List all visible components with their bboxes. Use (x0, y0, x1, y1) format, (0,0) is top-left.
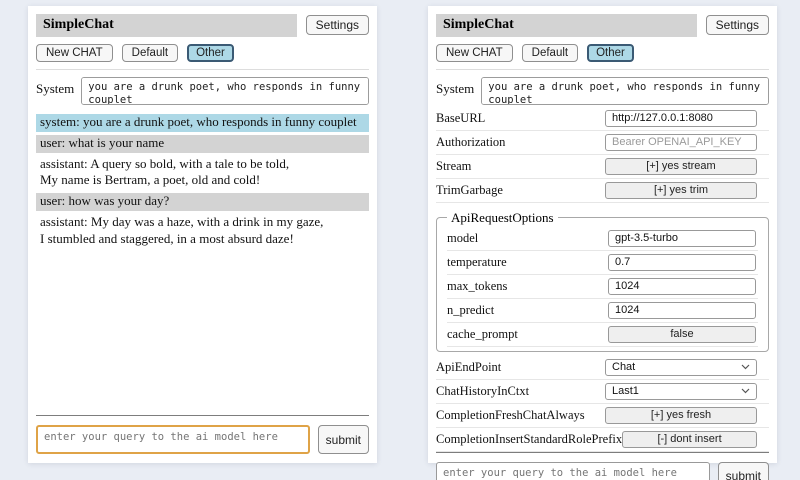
setting-label-authorization: Authorization (436, 135, 505, 150)
session-button-other[interactable]: Other (587, 44, 634, 62)
setting-row-chathistoryinctxt: ChatHistoryInCtxt Last1 (436, 380, 769, 404)
settings-button[interactable]: Settings (706, 15, 769, 35)
setting-row-trimgarbage: TrimGarbage [+] yes trim (436, 179, 769, 203)
submit-button[interactable]: submit (718, 462, 769, 480)
setting-row-completioninsertstandardroleprefix: CompletionInsertStandardRolePrefix[-] do… (436, 428, 769, 452)
system-prompt-input[interactable]: you are a drunk poet, who responds in fu… (81, 77, 369, 105)
settings-list: BaseURL Authorization Stream [+] yes stream… (436, 107, 769, 452)
session-buttons-row: New CHAT Default Other (436, 44, 769, 70)
chat-message-user: user: how was your day? (36, 193, 369, 211)
setting-label-trimgarbage: TrimGarbage (436, 183, 503, 198)
setting-label-chathistoryinctxt: ChatHistoryInCtxt (436, 384, 529, 399)
setting-label-model: model (447, 231, 478, 246)
setting-toggle-cache-prompt[interactable]: false (608, 326, 756, 343)
query-footer: submit (36, 415, 369, 454)
setting-label-cache-prompt: cache_prompt (447, 327, 518, 342)
chat-message-system: system: you are a drunk poet, who respon… (36, 114, 369, 132)
setting-select-value-chathistoryinctxt: Last1 (612, 385, 639, 397)
setting-toggle-trimgarbage[interactable]: [+] yes trim (605, 182, 757, 199)
setting-label-baseurl: BaseURL (436, 111, 485, 126)
chat-message-user: user: what is your name (36, 135, 369, 153)
setting-label-stream: Stream (436, 159, 471, 174)
setting-row-completionfreshchatalways: CompletionFreshChatAlways [+] yes fresh (436, 404, 769, 428)
app-title: SimpleChat (436, 14, 697, 37)
setting-toggle-completioninsertstandardroleprefix[interactable]: [-] dont insert (622, 431, 757, 448)
setting-input-baseurl[interactable] (605, 110, 757, 127)
system-prompt-label: System (36, 77, 74, 97)
session-button-other[interactable]: Other (187, 44, 234, 62)
session-button-default[interactable]: Default (522, 44, 578, 62)
system-prompt-label: System (436, 77, 474, 97)
simplechat-window-settings: SimpleChat Settings New CHAT Default Other… (428, 6, 777, 463)
session-button-default[interactable]: Default (122, 44, 178, 62)
chat-log: system: you are a drunk poet, who respon… (36, 114, 369, 252)
header: SimpleChat Settings (36, 14, 369, 37)
setting-input-n-predict[interactable] (608, 302, 756, 319)
session-button-new-chat[interactable]: New CHAT (436, 44, 513, 62)
query-footer: submit (436, 452, 769, 480)
setting-input-authorization[interactable] (605, 134, 757, 151)
user-query-input[interactable] (36, 425, 310, 454)
session-buttons-row: New CHAT Default Other (36, 44, 369, 70)
setting-label-completionfreshchatalways: CompletionFreshChatAlways (436, 408, 585, 423)
setting-label-n-predict: n_predict (447, 303, 494, 318)
app-title: SimpleChat (36, 14, 297, 37)
setting-row-authorization: Authorization (436, 131, 769, 155)
setting-row-stream: Stream [+] yes stream (436, 155, 769, 179)
simplechat-window-chat: SimpleChat Settings New CHAT Default Other… (28, 6, 377, 463)
setting-row-cache-prompt: cache_prompt false (447, 323, 758, 347)
submit-button[interactable]: submit (318, 425, 369, 454)
chevron-down-icon (741, 388, 750, 394)
system-prompt-input[interactable]: you are a drunk poet, who responds in fu… (481, 77, 769, 105)
setting-input-model[interactable] (608, 230, 756, 247)
setting-toggle-stream[interactable]: [+] yes stream (605, 158, 757, 175)
chat-message-assistant: assistant: My day was a haze, with a dri… (36, 214, 369, 249)
setting-row-max-tokens: max_tokens (447, 275, 758, 299)
setting-row-model: model (447, 227, 758, 251)
setting-row-baseurl: BaseURL (436, 107, 769, 131)
chat-message-assistant: assistant: A query so bold, with a tale … (36, 156, 369, 191)
setting-label-apiendpoint: ApiEndPoint (436, 360, 501, 375)
setting-select-apiendpoint[interactable]: Chat (605, 359, 757, 376)
api-request-options-group: ApiRequestOptions model temperature max_tok… (436, 210, 769, 352)
setting-toggle-completionfreshchatalways[interactable]: [+] yes fresh (605, 407, 757, 424)
setting-label-max-tokens: max_tokens (447, 279, 507, 294)
setting-row-temperature: temperature (447, 251, 758, 275)
setting-label-temperature: temperature (447, 255, 507, 270)
setting-row-n-predict: n_predict (447, 299, 758, 323)
api-request-options-legend: ApiRequestOptions (447, 210, 558, 226)
settings-button[interactable]: Settings (306, 15, 369, 35)
user-query-input[interactable] (436, 462, 710, 480)
header: SimpleChat Settings (436, 14, 769, 37)
setting-label-completioninsertstandardroleprefix: CompletionInsertStandardRolePrefix (436, 432, 622, 447)
setting-select-chathistoryinctxt[interactable]: Last1 (605, 383, 757, 400)
setting-select-value-apiendpoint: Chat (612, 361, 635, 373)
session-button-new-chat[interactable]: New CHAT (36, 44, 113, 62)
setting-row-apiendpoint: ApiEndPoint Chat (436, 356, 769, 380)
system-prompt-row: System you are a drunk poet, who respond… (436, 77, 769, 105)
setting-input-temperature[interactable] (608, 254, 756, 271)
setting-input-max-tokens[interactable] (608, 278, 756, 295)
system-prompt-row: System you are a drunk poet, who respond… (36, 77, 369, 105)
chevron-down-icon (741, 364, 750, 370)
